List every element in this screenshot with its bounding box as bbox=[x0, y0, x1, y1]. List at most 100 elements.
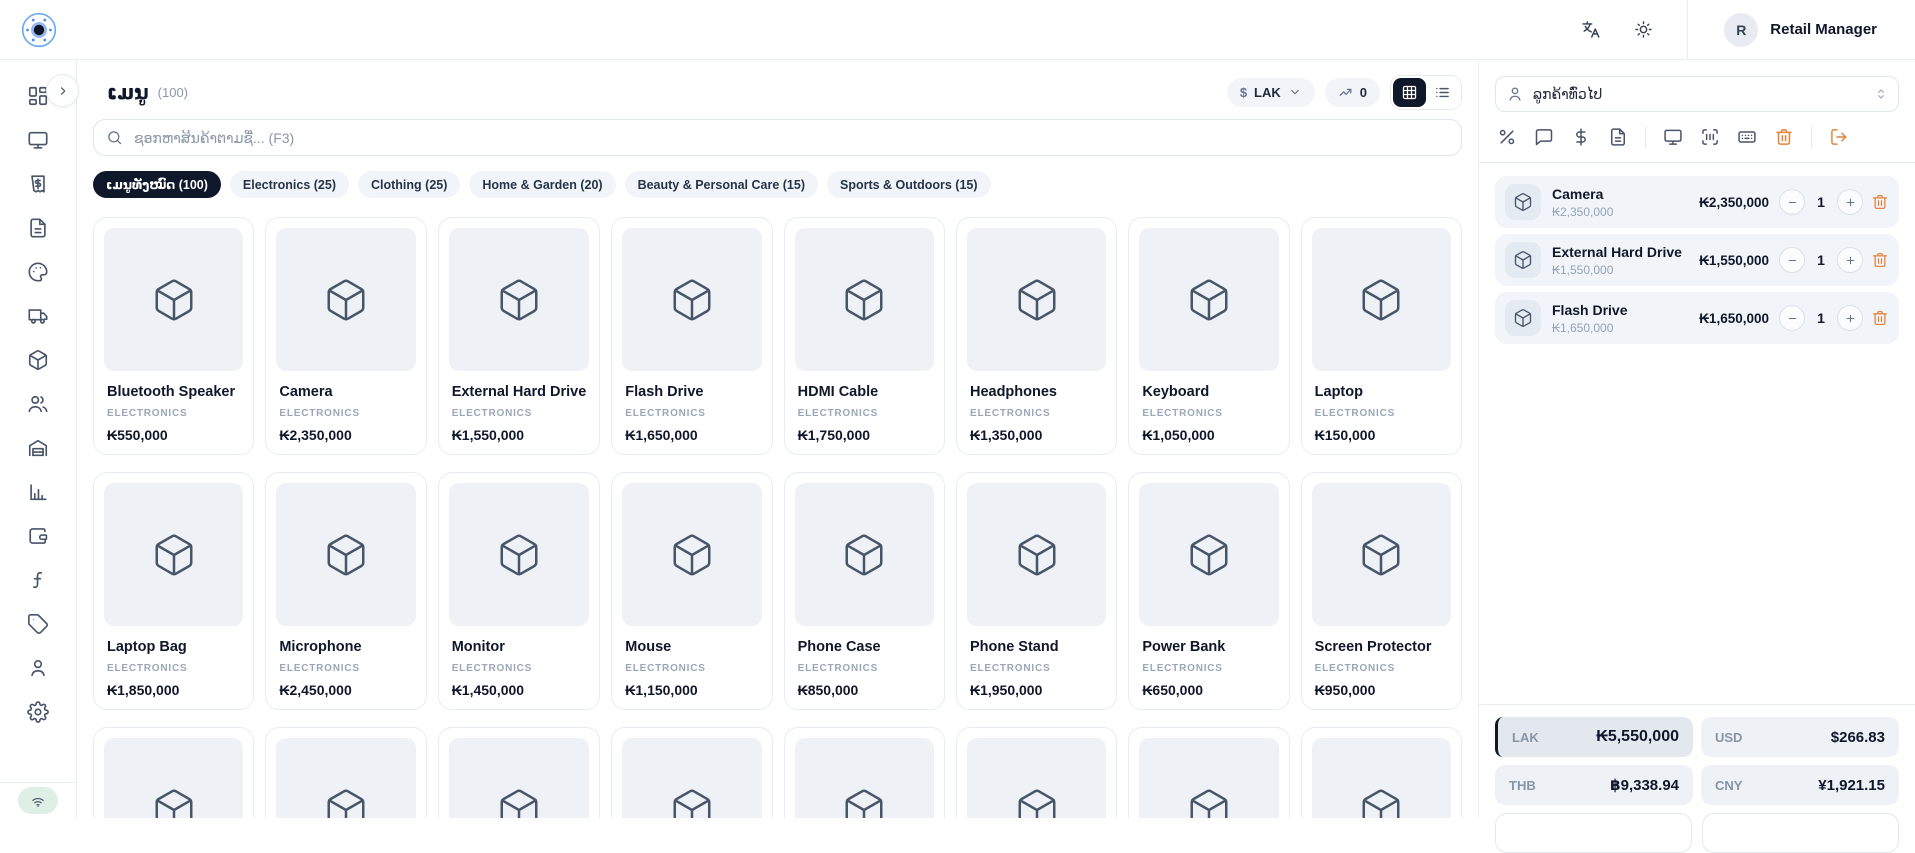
sidebar-item-reports[interactable] bbox=[27, 481, 49, 503]
product-card-partial[interactable] bbox=[265, 727, 427, 818]
product-card-partial[interactable] bbox=[611, 727, 773, 818]
product-card[interactable]: Flash Drive ELECTRONICS ₭1,650,000 bbox=[611, 217, 773, 455]
scan-barcode-action-button[interactable] bbox=[1700, 127, 1720, 147]
sidebar-item-wallet[interactable] bbox=[27, 525, 49, 547]
product-card-partial[interactable] bbox=[437, 727, 601, 818]
increase-qty-button[interactable] bbox=[1837, 189, 1863, 215]
product-card[interactable]: Laptop ELECTRONICS ₭150,000 bbox=[1300, 217, 1462, 455]
currency-selector-button[interactable]: $ LAK bbox=[1226, 77, 1315, 107]
currency-code: LAK bbox=[1254, 84, 1281, 100]
package-icon bbox=[1362, 534, 1400, 575]
header-right: R Retail Manager bbox=[1581, 0, 1915, 60]
product-card-partial[interactable] bbox=[1128, 727, 1290, 818]
message-action-button[interactable] bbox=[1534, 127, 1554, 147]
product-card[interactable]: Screen Protector ELECTRONICS ₭950,000 bbox=[1300, 472, 1462, 710]
product-card[interactable]: Mouse ELECTRONICS ₭1,150,000 bbox=[611, 472, 773, 710]
sidebar-expand-button[interactable] bbox=[46, 74, 79, 107]
total-cny[interactable]: CNY ¥1,921.15 bbox=[1701, 765, 1899, 805]
sidebar-item-pos-display[interactable] bbox=[27, 129, 49, 151]
total-lak[interactable]: LAK ₭5,550,000 bbox=[1495, 717, 1693, 757]
grid-view-button[interactable] bbox=[1393, 77, 1426, 107]
increase-qty-button[interactable] bbox=[1837, 247, 1863, 273]
language-button[interactable] bbox=[1581, 20, 1600, 39]
log-out-action-button[interactable] bbox=[1829, 127, 1849, 147]
total-usd[interactable]: USD $266.83 bbox=[1701, 717, 1899, 757]
wifi-icon bbox=[32, 797, 44, 807]
category-chip[interactable]: ເມນູທັງໝົດ (100) bbox=[93, 171, 221, 198]
product-card[interactable]: Phone Stand ELECTRONICS ₭1,950,000 bbox=[955, 472, 1118, 710]
product-card[interactable]: Laptop Bag ELECTRONICS ₭1,850,000 bbox=[93, 472, 255, 710]
category-chip[interactable]: Beauty & Personal Care (15) bbox=[624, 171, 818, 198]
product-card[interactable]: Camera ELECTRONICS ₭2,350,000 bbox=[265, 217, 427, 455]
action-button-partial[interactable] bbox=[1702, 813, 1899, 853]
cart-item-thumb bbox=[1505, 184, 1541, 220]
product-card-partial[interactable] bbox=[1300, 727, 1462, 818]
category-chip[interactable]: Clothing (25) bbox=[358, 171, 461, 198]
dollar-action-button[interactable] bbox=[1571, 127, 1591, 147]
category-chip[interactable]: Home & Garden (20) bbox=[469, 171, 616, 198]
product-category: ELECTRONICS bbox=[1142, 663, 1223, 674]
remove-item-button[interactable] bbox=[1871, 309, 1889, 327]
decrease-qty-button[interactable] bbox=[1779, 189, 1805, 215]
product-card[interactable]: Monitor ELECTRONICS ₭1,450,000 bbox=[437, 472, 601, 710]
sidebar-item-finance[interactable] bbox=[27, 569, 49, 591]
theme-toggle-button[interactable] bbox=[1634, 20, 1653, 39]
package-icon bbox=[1018, 789, 1056, 818]
user-menu[interactable]: R Retail Manager bbox=[1724, 12, 1877, 47]
customer-name: ລູກຄ້າທົ່ວໄປ bbox=[1533, 85, 1603, 102]
cart-item-controls: ₭1,550,000 1 bbox=[1699, 247, 1889, 273]
trend-badge[interactable]: 0 bbox=[1324, 77, 1380, 107]
sidebar-item-warehouse[interactable] bbox=[27, 437, 49, 459]
file-text-icon bbox=[30, 218, 46, 238]
monitor-icon bbox=[28, 131, 48, 149]
product-price: ₭850,000 bbox=[797, 682, 859, 698]
search-input[interactable] bbox=[132, 128, 1449, 147]
sidebar-item-receipts[interactable] bbox=[27, 173, 49, 195]
product-card[interactable]: Microphone ELECTRONICS ₭2,450,000 bbox=[265, 472, 427, 710]
product-name: Microphone bbox=[279, 639, 362, 655]
decrease-qty-button[interactable] bbox=[1779, 305, 1805, 331]
product-image-placeholder bbox=[1139, 483, 1279, 626]
trash-action-button[interactable] bbox=[1774, 127, 1794, 147]
sidebar-item-tags[interactable] bbox=[27, 613, 49, 635]
cart-item-qty: 1 bbox=[1817, 194, 1825, 210]
cart-item-controls: ₭1,650,000 1 bbox=[1699, 305, 1889, 331]
total-thb[interactable]: THB ฿9,338.94 bbox=[1495, 765, 1693, 805]
sidebar-item-appearance[interactable] bbox=[27, 261, 49, 283]
sidebar-item-documents[interactable] bbox=[27, 217, 49, 239]
category-chip[interactable]: Sports & Outdoors (15) bbox=[827, 171, 991, 198]
file-text-action-button[interactable] bbox=[1608, 127, 1628, 147]
action-button-partial[interactable] bbox=[1495, 813, 1692, 853]
product-card-partial[interactable] bbox=[93, 727, 255, 818]
product-card[interactable]: External Hard Drive ELECTRONICS ₭1,550,000 bbox=[437, 217, 601, 455]
percent-action-button[interactable] bbox=[1497, 127, 1517, 147]
product-card-partial[interactable] bbox=[783, 727, 945, 818]
keyboard-action-button[interactable] bbox=[1737, 127, 1757, 147]
increase-qty-button[interactable] bbox=[1837, 305, 1863, 331]
customer-select[interactable]: ລູກຄ້າທົ່ວໄປ bbox=[1495, 76, 1899, 112]
sidebar-item-customers[interactable] bbox=[27, 393, 49, 415]
sidebar-item-settings[interactable] bbox=[27, 701, 49, 723]
product-card[interactable]: Bluetooth Speaker ELECTRONICS ₭550,000 bbox=[93, 217, 255, 455]
chevron-right-icon bbox=[60, 86, 65, 95]
list-view-button[interactable] bbox=[1426, 78, 1459, 107]
remove-item-button[interactable] bbox=[1871, 251, 1889, 269]
monitor-action-button[interactable] bbox=[1663, 127, 1683, 147]
product-name: HDMI Cable bbox=[797, 384, 879, 400]
product-card[interactable]: Keyboard ELECTRONICS ₭1,050,000 bbox=[1128, 217, 1290, 455]
product-price: ₭1,850,000 bbox=[107, 682, 180, 698]
app-logo[interactable] bbox=[0, 12, 77, 48]
product-card[interactable]: Phone Case ELECTRONICS ₭850,000 bbox=[783, 472, 945, 710]
product-card[interactable]: Power Bank ELECTRONICS ₭650,000 bbox=[1128, 472, 1290, 710]
remove-item-button[interactable] bbox=[1871, 193, 1889, 211]
product-name: Camera bbox=[279, 384, 333, 400]
decrease-qty-button[interactable] bbox=[1779, 247, 1805, 273]
product-card[interactable]: HDMI Cable ELECTRONICS ₭1,750,000 bbox=[783, 217, 945, 455]
sidebar-item-profile[interactable] bbox=[27, 657, 49, 679]
category-chip[interactable]: Electronics (25) bbox=[229, 171, 349, 198]
sidebar-item-products[interactable] bbox=[27, 349, 49, 371]
sidebar-item-delivery[interactable] bbox=[27, 305, 49, 327]
cart-actions-row bbox=[1495, 125, 1899, 149]
product-card[interactable]: Headphones ELECTRONICS ₭1,350,000 bbox=[955, 217, 1118, 455]
product-card-partial[interactable] bbox=[955, 727, 1118, 818]
